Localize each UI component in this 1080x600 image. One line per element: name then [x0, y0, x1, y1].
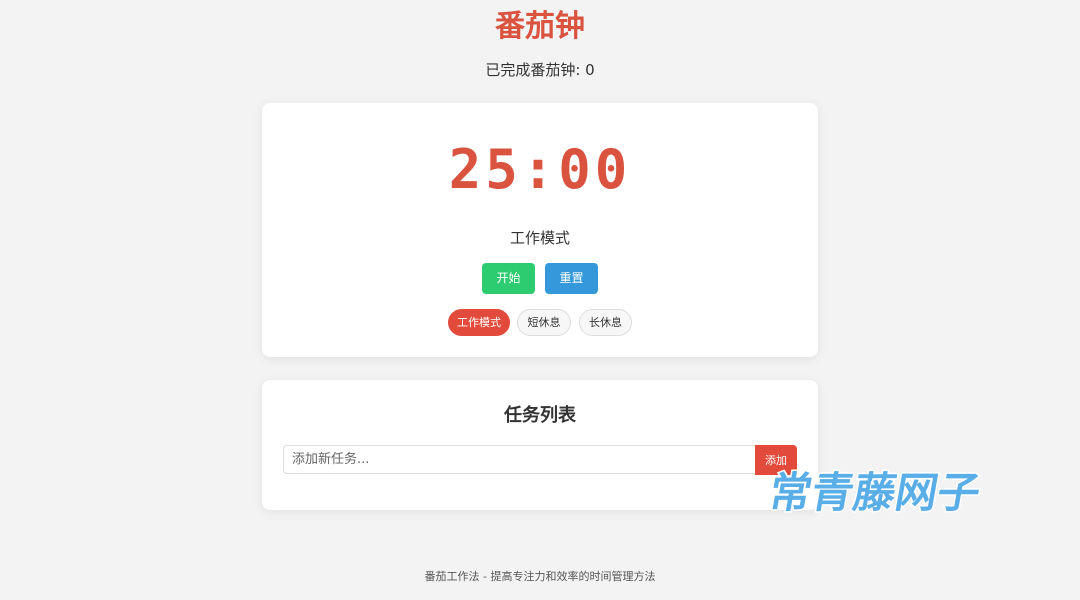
long-break-button[interactable]: 长休息 — [579, 309, 632, 336]
footer-text: 番茄工作法 - 提高专注力和效率的时间管理方法 — [424, 570, 656, 583]
pomodoro-app: 番茄钟 已完成番茄钟: 0 25:00 工作模式 开始 重置 工作模式 短休息 … — [0, 0, 1080, 600]
page-title: 番茄钟 — [495, 9, 585, 44]
completed-count: 已完成番茄钟: 0 — [485, 61, 595, 79]
current-mode-label: 工作模式 — [509, 229, 570, 247]
add-task-button[interactable]: 添加 — [755, 445, 797, 475]
task-list-card: 任务列表 添加 — [262, 380, 818, 510]
task-list-title: 任务列表 — [504, 405, 576, 426]
short-break-button[interactable]: 短休息 — [517, 309, 571, 336]
work-mode-button[interactable]: 工作模式 — [448, 309, 510, 336]
start-button[interactable]: 开始 — [482, 263, 535, 294]
new-task-input[interactable] — [283, 445, 755, 474]
reset-button[interactable]: 重置 — [545, 263, 598, 294]
timer-card: 25:00 工作模式 开始 重置 工作模式 短休息 长休息 — [262, 103, 818, 357]
timer-display: 25:00 — [448, 138, 632, 201]
